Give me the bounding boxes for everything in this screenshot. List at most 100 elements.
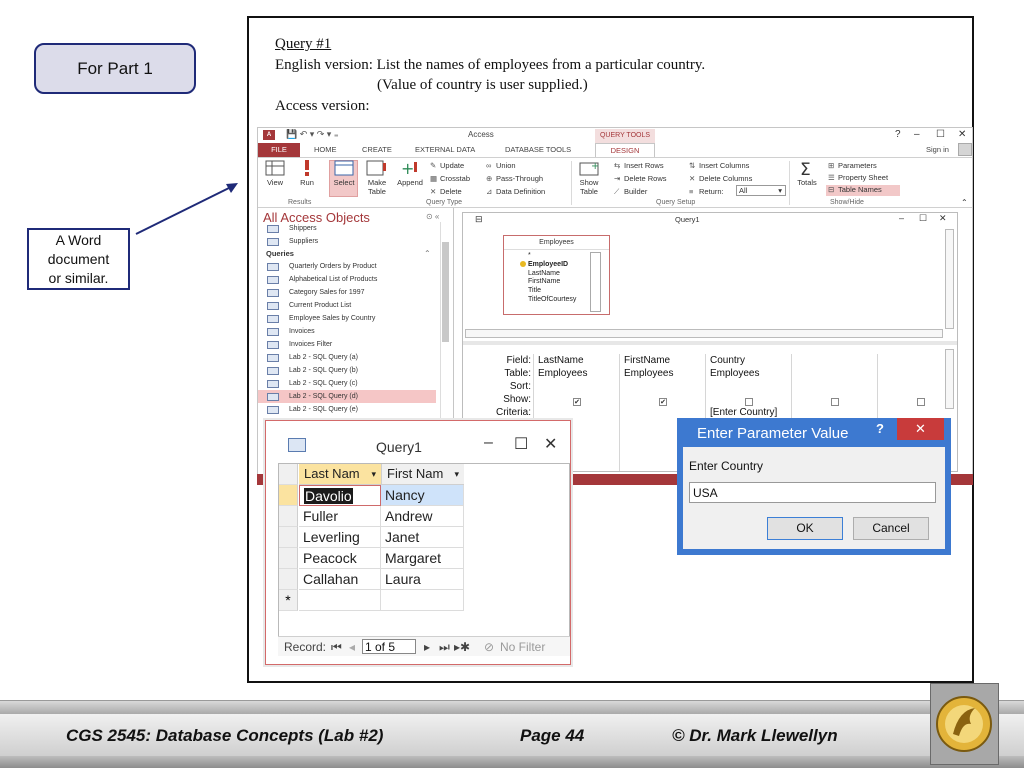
- grid-field-cell[interactable]: Country: [710, 355, 745, 366]
- dialog-close-button[interactable]: ✕: [897, 418, 944, 440]
- delete-button[interactable]: ✕ Delete: [430, 187, 462, 196]
- grid-criteria-cell[interactable]: [Enter Country]: [710, 407, 777, 418]
- maximize-icon[interactable]: ☐: [936, 129, 945, 140]
- field-item[interactable]: *: [528, 252, 598, 261]
- cell-first-name[interactable]: Andrew: [381, 506, 464, 527]
- close-icon[interactable]: ✕: [544, 434, 557, 454]
- parameter-input[interactable]: USA: [689, 482, 936, 503]
- grid-table-cell[interactable]: Employees: [710, 368, 759, 379]
- minimize-icon[interactable]: –: [484, 434, 493, 452]
- view-button[interactable]: View: [262, 160, 288, 187]
- row-selector[interactable]: [279, 485, 298, 506]
- tab-create[interactable]: CREATE: [362, 145, 392, 154]
- update-button[interactable]: ✎ Update: [430, 161, 464, 170]
- sign-in-link[interactable]: Sign in: [926, 145, 949, 154]
- new-record-marker[interactable]: *: [279, 590, 298, 611]
- nav-query-item[interactable]: Invoices: [258, 325, 436, 338]
- current-record-input[interactable]: 1 of 5: [362, 639, 416, 654]
- property-sheet-button[interactable]: ☰ Property Sheet: [828, 173, 888, 182]
- row-selector[interactable]: [279, 548, 298, 569]
- grid-field-cell[interactable]: LastName: [538, 355, 584, 366]
- field-item[interactable]: LastName: [528, 270, 598, 279]
- tab-home[interactable]: HOME: [314, 145, 337, 154]
- pass-through-button[interactable]: ⊕ Pass-Through: [486, 174, 543, 183]
- field-item[interactable]: EmployeeID: [528, 261, 598, 270]
- table-names-button[interactable]: ⊟ Table Names: [828, 185, 882, 194]
- row-selector[interactable]: [279, 569, 298, 590]
- no-filter-icon[interactable]: ⊘: [484, 640, 494, 654]
- first-record-icon[interactable]: ⏮: [331, 640, 342, 655]
- show-checkbox[interactable]: ✔: [659, 398, 667, 406]
- column-header-last-name[interactable]: Last Nam ▾: [299, 464, 381, 485]
- field-item[interactable]: Title: [528, 287, 598, 296]
- minimize-icon[interactable]: –: [899, 213, 904, 223]
- nav-query-item[interactable]: Quarterly Orders by Product: [258, 260, 436, 273]
- show-table-button[interactable]: + Show Table: [574, 160, 604, 196]
- nav-table-suppliers[interactable]: Suppliers: [258, 235, 436, 248]
- delete-columns-button[interactable]: ✕ Delete Columns: [689, 174, 752, 183]
- grid-table-cell[interactable]: Employees: [624, 368, 673, 379]
- tab-database-tools[interactable]: DATABASE TOOLS: [505, 145, 571, 154]
- nav-query-item[interactable]: Invoices Filter: [258, 338, 436, 351]
- dialog-help-button[interactable]: ?: [876, 421, 884, 436]
- nav-scroll-thumb[interactable]: [442, 242, 449, 342]
- table-pane-scrollbar[interactable]: [945, 229, 954, 329]
- close-icon[interactable]: ✕: [958, 129, 966, 140]
- cell-new-first-name[interactable]: [381, 590, 464, 611]
- builder-button[interactable]: ⟋ Builder: [614, 187, 647, 197]
- nav-query-item[interactable]: Lab 2 - SQL Query (c): [258, 377, 436, 390]
- row-selector[interactable]: [279, 506, 298, 527]
- tab-file[interactable]: FILE: [258, 143, 300, 157]
- run-button[interactable]: Run: [294, 160, 320, 187]
- select-query-button[interactable]: Select: [330, 160, 358, 187]
- nav-query-item[interactable]: Category Sales for 1997: [258, 286, 436, 299]
- no-filter-label[interactable]: No Filter: [500, 640, 545, 654]
- column-header-first-name[interactable]: First Nam ▾: [381, 464, 464, 485]
- table-pane-hscrollbar[interactable]: [465, 329, 943, 338]
- append-button[interactable]: + Append: [394, 160, 426, 187]
- cancel-button[interactable]: Cancel: [853, 517, 929, 540]
- make-table-button[interactable]: Make Table: [363, 160, 391, 196]
- cell-new-last-name[interactable]: [299, 590, 381, 611]
- show-checkbox[interactable]: [831, 398, 839, 406]
- show-checkbox[interactable]: ✔: [573, 398, 581, 406]
- cell-last-name[interactable]: Davolio: [299, 485, 381, 506]
- nav-query-item[interactable]: Employee Sales by Country: [258, 312, 436, 325]
- nav-query-item[interactable]: Current Product List: [258, 299, 436, 312]
- employees-field-list[interactable]: Employees * EmployeeID LastName FirstNam…: [503, 235, 610, 315]
- account-avatar[interactable]: [958, 143, 972, 156]
- insert-rows-button[interactable]: ⇆ Insert Rows: [614, 161, 664, 170]
- nav-query-item[interactable]: Lab 2 - SQL Query (b): [258, 364, 436, 377]
- show-checkbox[interactable]: [917, 398, 925, 406]
- field-list-items[interactable]: * EmployeeID LastName FirstName Title Ti…: [528, 252, 598, 305]
- delete-rows-button[interactable]: ⇥ Delete Rows: [614, 174, 667, 183]
- nav-query-item[interactable]: Alphabetical List of Products: [258, 273, 436, 286]
- totals-button[interactable]: Σ Totals: [794, 160, 820, 187]
- parameters-button[interactable]: ⊞ Parameters: [828, 161, 877, 170]
- dropdown-arrow-icon[interactable]: ▾: [371, 464, 376, 484]
- cell-last-name[interactable]: Fuller: [299, 506, 381, 527]
- cell-first-name[interactable]: Janet: [381, 527, 464, 548]
- grid-table-cell[interactable]: Employees: [538, 368, 587, 379]
- minimize-icon[interactable]: –: [914, 129, 920, 140]
- grid-field-cell[interactable]: FirstName: [624, 355, 670, 366]
- field-item[interactable]: TitleOfCourtesy: [528, 296, 598, 305]
- collapse-ribbon-icon[interactable]: ⌃: [961, 198, 968, 207]
- show-checkbox[interactable]: [745, 398, 753, 406]
- new-record-icon[interactable]: ▸✱: [454, 640, 470, 654]
- collapse-queries-icon[interactable]: ⌃: [424, 249, 431, 258]
- last-record-icon[interactable]: ⏭: [439, 640, 450, 655]
- return-select[interactable]: All ▾: [736, 185, 786, 196]
- nav-query-item[interactable]: Lab 2 - SQL Query (e): [258, 403, 436, 416]
- row-selector[interactable]: [279, 527, 298, 548]
- restore-icon[interactable]: ☐: [919, 213, 927, 224]
- previous-record-icon[interactable]: ◂: [349, 640, 355, 654]
- union-button[interactable]: ∞ Union: [486, 161, 516, 170]
- field-list-scrollbar[interactable]: [590, 252, 601, 312]
- quick-access-toolbar[interactable]: 💾 ↶ ▾ ↷ ▾ ₌: [286, 129, 339, 140]
- nav-category-queries[interactable]: Queries: [266, 249, 294, 258]
- cell-last-name[interactable]: Callahan: [299, 569, 381, 590]
- data-definition-button[interactable]: ⊿ Data Definition: [486, 187, 545, 196]
- nav-query-item[interactable]: Lab 2 - SQL Query (a): [258, 351, 436, 364]
- help-button[interactable]: ?: [895, 129, 901, 140]
